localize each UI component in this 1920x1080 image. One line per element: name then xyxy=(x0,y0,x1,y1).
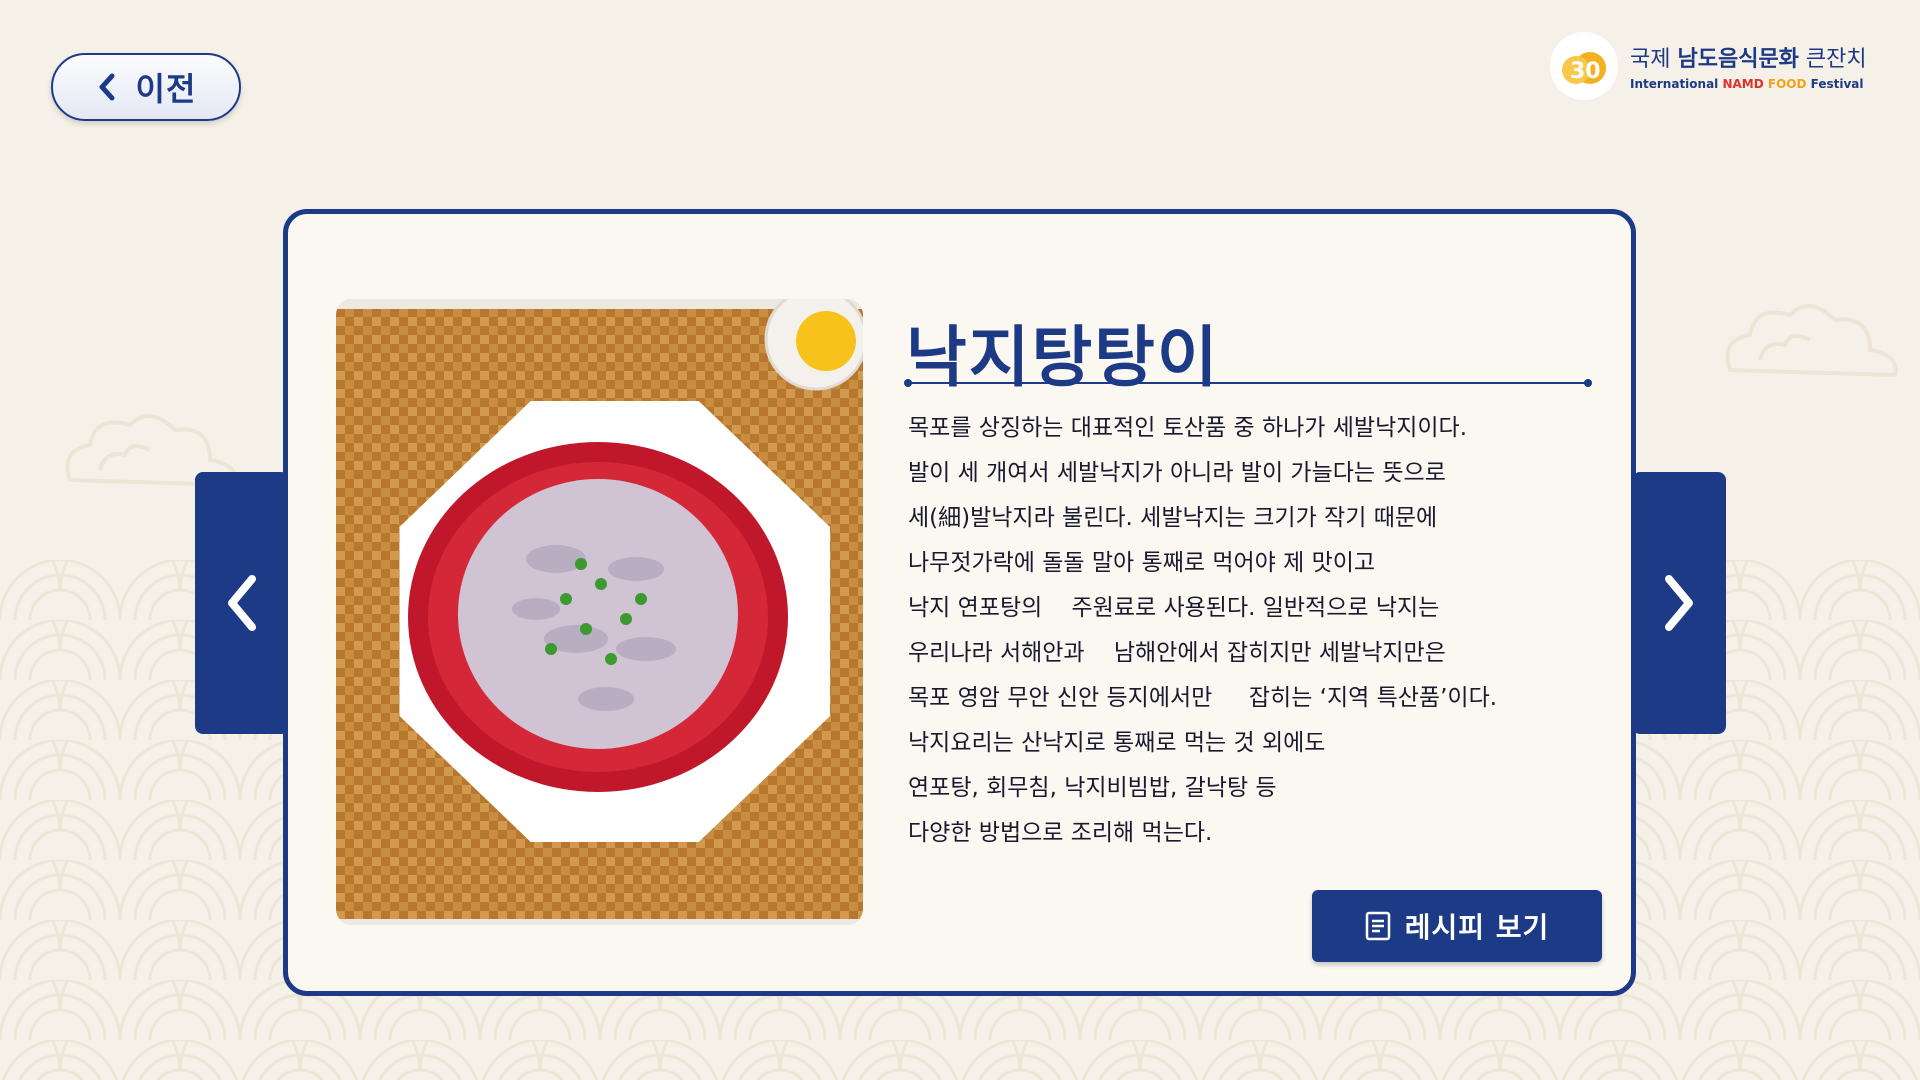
previous-dish-button[interactable] xyxy=(195,472,289,734)
emblem-text: 30 xyxy=(1570,59,1601,84)
logo-title-prefix: 국제 xyxy=(1630,47,1678,72)
description-line: 낙지 연포탕의 주원료로 사용된다. 일반적으로 낙지는 xyxy=(908,595,1440,621)
chevron-left-icon xyxy=(99,73,115,101)
dish-title: 낙지탕탕이 xyxy=(906,319,1220,396)
festival-30th-emblem-icon: 30 xyxy=(1550,32,1618,100)
dish-photo xyxy=(336,299,863,925)
description-line: 우리나라 서해안과 남해안에서 잡히지만 세발낙지만은 xyxy=(908,640,1446,666)
description-line: 발이 세 개여서 세발낙지가 아니라 발이 가늘다는 뜻으로 xyxy=(908,460,1446,486)
logo-subtitle-namd: NAMD xyxy=(1722,77,1768,91)
logo-title-suffix: 큰잔치 xyxy=(1798,47,1867,72)
view-recipe-button[interactable]: 레시피 보기 xyxy=(1312,890,1602,962)
chevron-right-icon xyxy=(1665,575,1693,631)
festival-logo: 30 국제 남도음식문화 큰잔치 International NAMD FOOD… xyxy=(1548,30,1867,102)
dish-photo-illustration xyxy=(336,299,863,925)
page: 이전 30 국제 남도음식문화 큰잔치 International NAMD F… xyxy=(0,0,1920,1080)
logo-title-bold: 남도음식문화 xyxy=(1677,47,1799,72)
logo-subtitle-food: FOOD xyxy=(1767,77,1811,91)
logo-subtitle-suffix: Festival xyxy=(1810,77,1864,91)
logo-subtitle-prefix: International xyxy=(1630,77,1723,91)
description-line: 연포탕, 회무침, 낙지비빔밥, 갈낙탕 등 xyxy=(908,775,1277,801)
document-icon xyxy=(1365,911,1390,941)
back-button-label: 이전 xyxy=(135,70,197,108)
dish-card: 낙지탕탕이 목포를 상징하는 대표적인 토산품 중 하나가 세발낙지이다. 발이… xyxy=(283,209,1636,996)
description-line: 나무젓가락에 돌돌 말아 통째로 먹어야 제 맛이고 xyxy=(908,550,1376,576)
dish-description: 목포를 상징하는 대표적인 토산품 중 하나가 세발낙지이다. 발이 세 개여서… xyxy=(908,406,1588,856)
description-line: 목포 영암 무안 신안 등지에서만 잡히는 ‘지역 특산품’이다. xyxy=(908,685,1498,711)
logo-subtitle: International NAMD FOOD Festival xyxy=(1630,77,1867,91)
logo-text: 국제 남도음식문화 큰잔치 International NAMD FOOD Fe… xyxy=(1630,41,1867,91)
back-button[interactable]: 이전 xyxy=(51,53,241,121)
description-line: 다양한 방법으로 조리해 먹는다. xyxy=(908,820,1213,846)
view-recipe-button-label: 레시피 보기 xyxy=(1404,911,1550,944)
description-line: 목포를 상징하는 대표적인 토산품 중 하나가 세발낙지이다. xyxy=(908,415,1468,441)
cloud-ornament-right xyxy=(1725,304,1898,378)
title-divider xyxy=(904,379,1592,387)
chevron-left-icon xyxy=(228,575,256,631)
next-dish-button[interactable] xyxy=(1632,472,1726,734)
description-line: 세(細)발낙지라 불린다. 세발낙지는 크기가 작기 때문에 xyxy=(908,505,1438,531)
description-line: 낙지요리는 산낙지로 통째로 먹는 것 외에도 xyxy=(908,730,1326,756)
logo-title: 국제 남도음식문화 큰잔치 xyxy=(1630,41,1867,73)
